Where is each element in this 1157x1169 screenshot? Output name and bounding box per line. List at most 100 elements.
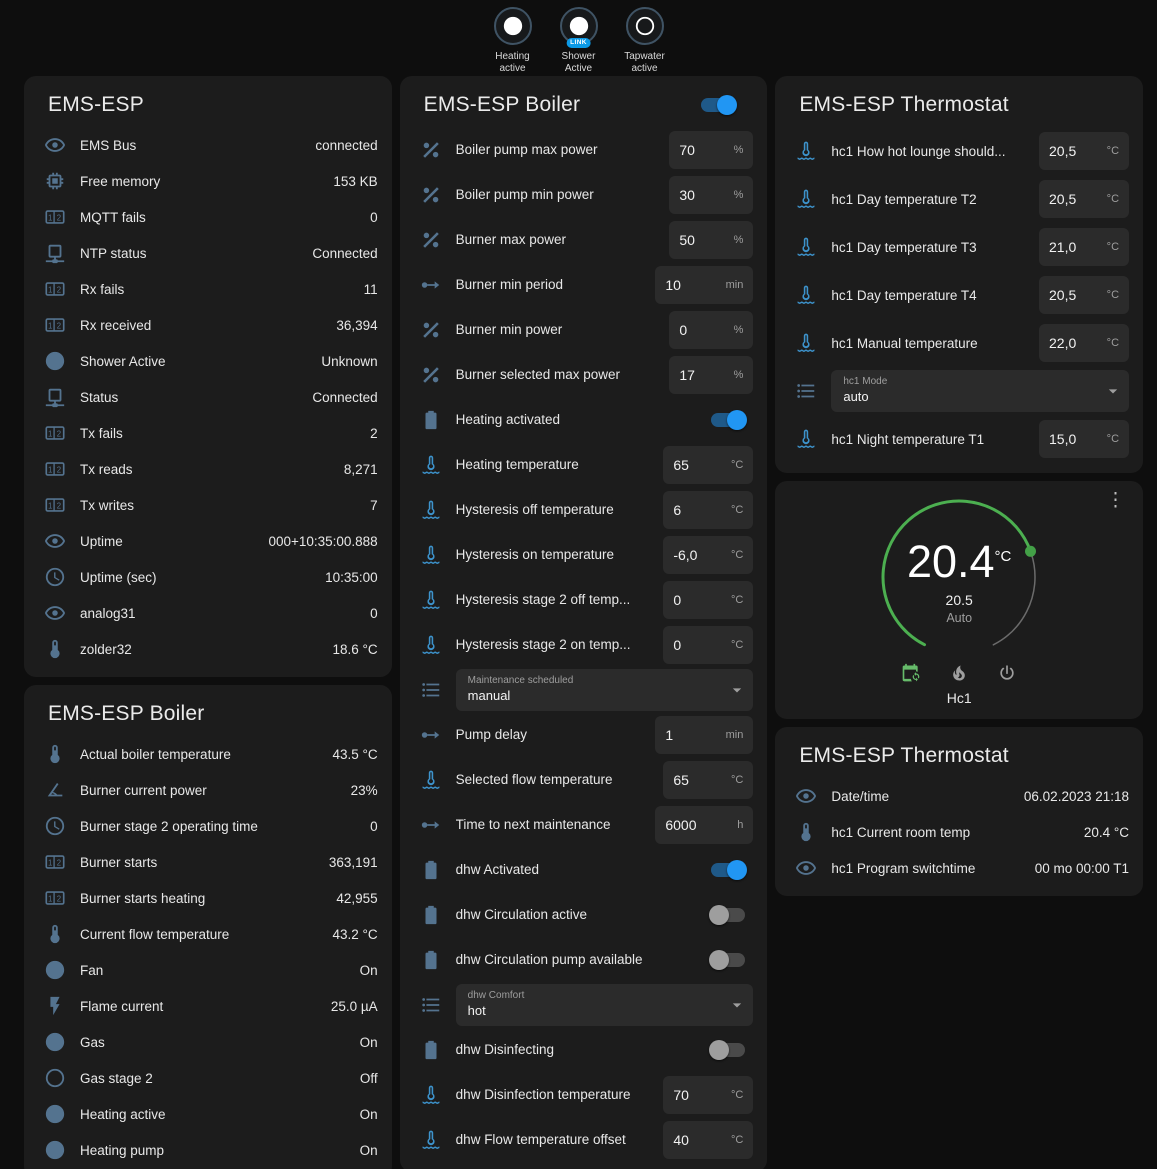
number-input[interactable]: 20,5°C xyxy=(1039,276,1129,314)
entity-row[interactable]: Hysteresis off temperature6°C xyxy=(400,487,768,532)
entity-row[interactable]: Burner min power0% xyxy=(400,307,768,352)
entity-row[interactable]: dhw Circulation active xyxy=(400,892,768,937)
number-input[interactable]: 30% xyxy=(669,176,753,214)
toggle-switch[interactable] xyxy=(711,953,745,967)
power-icon[interactable] xyxy=(997,663,1017,683)
entity-row[interactable]: 12Burner starts363,191 xyxy=(24,844,392,880)
number-input[interactable]: 70°C xyxy=(663,1076,753,1114)
number-input[interactable]: 17% xyxy=(669,356,753,394)
entity-row[interactable]: zolder3218.6 °C xyxy=(24,631,392,667)
entity-row[interactable]: Shower ActiveUnknown xyxy=(24,343,392,379)
entity-row[interactable]: StatusConnected xyxy=(24,379,392,415)
entity-row[interactable]: hc1 How hot lounge should...20,5°C xyxy=(775,127,1143,175)
number-input[interactable]: 10min xyxy=(655,266,753,304)
entity-row[interactable]: Burner current power23% xyxy=(24,772,392,808)
entity-row[interactable]: Heating activeOn xyxy=(24,1096,392,1132)
entity-row[interactable]: Burner selected max power17% xyxy=(400,352,768,397)
number-input[interactable]: 65°C xyxy=(663,761,753,799)
entity-row[interactable]: Burner max power50% xyxy=(400,217,768,262)
entity-row[interactable]: Burner stage 2 operating time0 xyxy=(24,808,392,844)
toggle-switch[interactable] xyxy=(701,98,735,112)
entity-row[interactable]: hc1 Manual temperature22,0°C xyxy=(775,319,1143,367)
entity-row[interactable]: Heating temperature65°C xyxy=(400,442,768,487)
toggle-switch[interactable] xyxy=(711,413,745,427)
entity-row[interactable]: Heating activated xyxy=(400,397,768,442)
toggle-switch[interactable] xyxy=(711,1043,745,1057)
number-input[interactable]: 6000h xyxy=(655,806,753,844)
entity-row[interactable]: Heating pumpOn xyxy=(24,1132,392,1168)
entity-row[interactable]: 12Tx fails2 xyxy=(24,415,392,451)
thermostat-dial[interactable]: 20.4°C 20.5 Auto xyxy=(873,491,1045,663)
entity-row[interactable]: hc1 Day temperature T420,5°C xyxy=(775,271,1143,319)
entity-row[interactable]: 12Tx writes7 xyxy=(24,487,392,523)
entity-row[interactable]: 12Burner starts heating42,955 xyxy=(24,880,392,916)
entity-row[interactable]: hc1 Day temperature T220,5°C xyxy=(775,175,1143,223)
number-input[interactable]: 65°C xyxy=(663,446,753,484)
number-input[interactable]: 22,0°C xyxy=(1039,324,1129,362)
number-input[interactable]: 40°C xyxy=(663,1121,753,1159)
number-input[interactable]: 0% xyxy=(669,311,753,349)
entity-row[interactable]: 12Rx fails11 xyxy=(24,271,392,307)
entity-row[interactable]: Uptime (sec)10:35:00 xyxy=(24,559,392,595)
number-input[interactable]: 70% xyxy=(669,131,753,169)
entity-row[interactable]: Boiler pump max power70% xyxy=(400,127,768,172)
menu-dots-icon[interactable]: ⋮ xyxy=(1102,487,1129,514)
number-input[interactable]: 6°C xyxy=(663,491,753,529)
entity-row[interactable]: FanOn xyxy=(24,952,392,988)
number-input[interactable]: 50% xyxy=(669,221,753,259)
entity-row[interactable]: Selected flow temperature65°C xyxy=(400,757,768,802)
entity-row[interactable]: Actual boiler temperature43.5 °C xyxy=(24,736,392,772)
entity-row[interactable]: hc1 Night temperature T115,0°C xyxy=(775,415,1143,463)
entity-row[interactable]: dhw Disinfecting xyxy=(400,1027,768,1072)
entity-row[interactable]: hc1 Modeauto xyxy=(775,367,1143,415)
toggle-switch[interactable] xyxy=(711,863,745,877)
number-input[interactable]: 20,5°C xyxy=(1039,180,1129,218)
entity-row[interactable]: Time to next maintenance6000h xyxy=(400,802,768,847)
entity-row[interactable]: GasOn xyxy=(24,1024,392,1060)
number-value: 10 xyxy=(665,277,681,293)
number-input[interactable]: 0°C xyxy=(663,581,753,619)
select-field[interactable]: hc1 Modeauto xyxy=(831,370,1129,412)
entity-row[interactable]: Free memory153 KB xyxy=(24,163,392,199)
entity-row[interactable]: dhw Flow temperature offset40°C xyxy=(400,1117,768,1162)
entity-row[interactable]: dhw Activated xyxy=(400,847,768,892)
entity-row[interactable]: dhw Circulation pump available xyxy=(400,937,768,982)
entity-row[interactable]: hc1 Current room temp20.4 °C xyxy=(775,814,1143,850)
fire-icon[interactable] xyxy=(949,663,969,683)
number-input[interactable]: 21,0°C xyxy=(1039,228,1129,266)
entity-row[interactable]: EMS Busconnected xyxy=(24,127,392,163)
badge-shower-active[interactable]: LINKShower Active xyxy=(547,7,611,76)
entity-row[interactable]: Uptime000+10:35:00.888 xyxy=(24,523,392,559)
entity-row[interactable]: hc1 Day temperature T321,0°C xyxy=(775,223,1143,271)
entity-row[interactable]: hc1 Program switchtime00 mo 00:00 T1 xyxy=(775,850,1143,886)
badge-heating-active[interactable]: Heating active xyxy=(481,7,545,76)
entity-row[interactable]: Hysteresis stage 2 on temp...0°C xyxy=(400,622,768,667)
calendar-sync-icon[interactable] xyxy=(901,663,921,683)
number-input[interactable]: 1min xyxy=(655,716,753,754)
select-field[interactable]: dhw Comforthot xyxy=(456,984,754,1026)
entity-row[interactable]: Date/time06.02.2023 21:18 xyxy=(775,778,1143,814)
entity-row[interactable]: Hysteresis on temperature-6,0°C xyxy=(400,532,768,577)
entity-row[interactable]: Gas stage 2Off xyxy=(24,1060,392,1096)
entity-row[interactable]: Maintenance scheduledmanual xyxy=(400,667,768,712)
number-input[interactable]: 20,5°C xyxy=(1039,132,1129,170)
number-input[interactable]: -6,0°C xyxy=(663,536,753,574)
entity-row[interactable]: 12Rx received36,394 xyxy=(24,307,392,343)
entity-row[interactable]: 12Tx reads8,271 xyxy=(24,451,392,487)
entity-row[interactable]: Pump delay1min xyxy=(400,712,768,757)
entity-row[interactable]: analog310 xyxy=(24,595,392,631)
entity-row[interactable]: Flame current25.0 µA xyxy=(24,988,392,1024)
number-input[interactable]: 0°C xyxy=(663,626,753,664)
select-field[interactable]: Maintenance scheduledmanual xyxy=(456,669,754,711)
entity-row[interactable]: 12MQTT fails0 xyxy=(24,199,392,235)
entity-row[interactable]: dhw Disinfection temperature70°C xyxy=(400,1072,768,1117)
entity-row[interactable]: Hysteresis stage 2 off temp...0°C xyxy=(400,577,768,622)
entity-row[interactable]: Burner min period10min xyxy=(400,262,768,307)
entity-row[interactable]: NTP statusConnected xyxy=(24,235,392,271)
entity-row[interactable]: Boiler pump min power30% xyxy=(400,172,768,217)
entity-row[interactable]: dhw Comforthot xyxy=(400,982,768,1027)
toggle-switch[interactable] xyxy=(711,908,745,922)
entity-row[interactable]: Current flow temperature43.2 °C xyxy=(24,916,392,952)
badge-tapwater-active[interactable]: Tapwater active xyxy=(613,7,677,76)
number-input[interactable]: 15,0°C xyxy=(1039,420,1129,458)
